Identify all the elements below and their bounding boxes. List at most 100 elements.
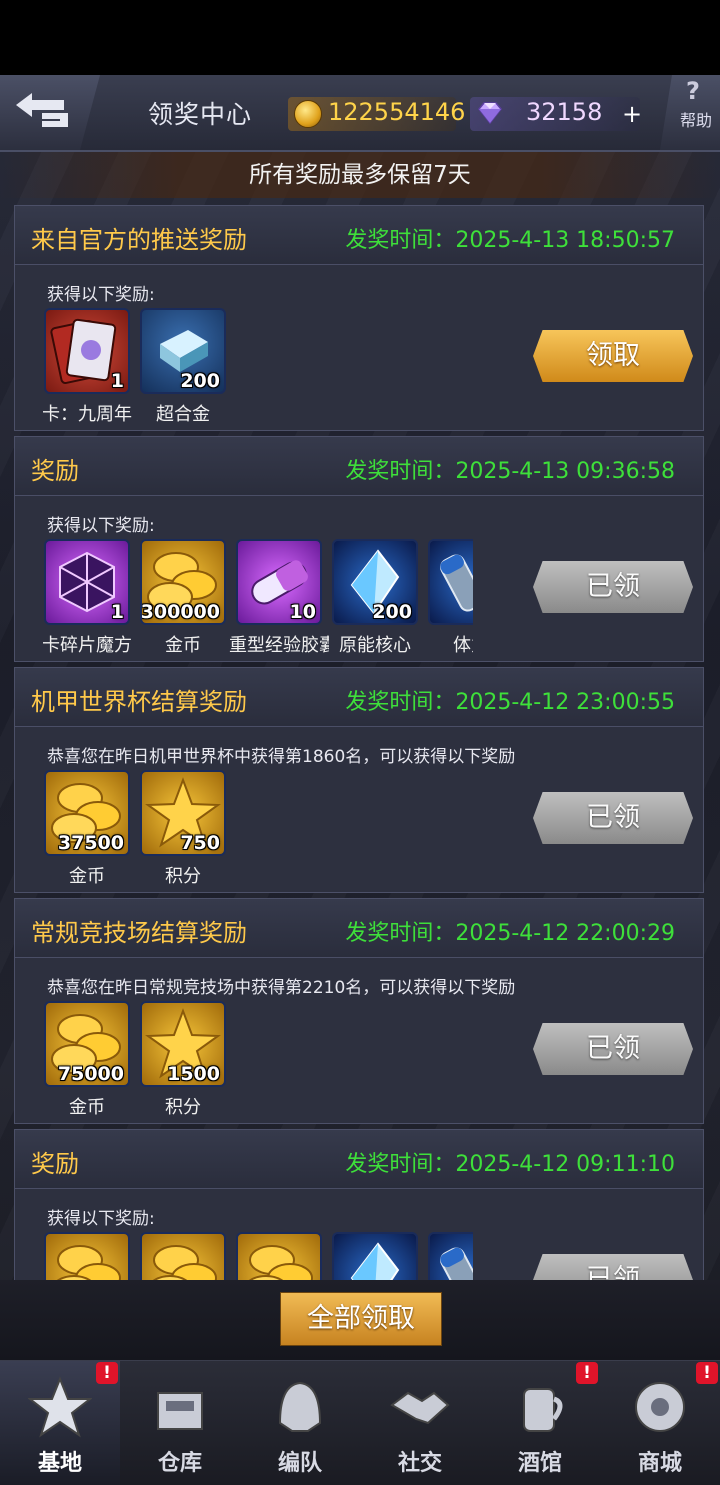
add-gems-button[interactable]: + — [620, 101, 644, 127]
reward-item[interactable] — [235, 1232, 323, 1280]
reward-card-header: 来自官方的推送奖励 发奖时间：2025-4-13 18:50:57 — [15, 206, 703, 265]
energy-core-icon: 200 — [332, 539, 418, 625]
gold-coins-icon: 37500 — [44, 770, 130, 856]
gold-coins-icon: 300000 — [140, 539, 226, 625]
reward-item[interactable]: 1 卡：九周年 — [43, 308, 132, 423]
reward-title: 奖励 — [31, 1150, 79, 1178]
coin-amount: 122554146 — [328, 98, 466, 126]
claimed-button[interactable]: 已领 — [533, 792, 693, 844]
reward-card: 常规竞技场结算奖励 发奖时间：2025-4-12 22:00:29 恭喜您在昨日常规… — [14, 898, 704, 1124]
star-points-icon: 1500 — [140, 1001, 226, 1087]
reward-item[interactable]: 750 积分 — [139, 770, 227, 885]
star-points-icon: 750 — [140, 770, 226, 856]
item-name: 金币 — [165, 635, 201, 654]
reward-item[interactable]: 200 超合金 — [139, 308, 227, 423]
item-name: 金币 — [69, 1097, 105, 1116]
nav-handshake[interactable]: 社交 — [360, 1361, 480, 1485]
item-count: 37500 — [57, 832, 124, 854]
reward-time: 发奖时间：2025-4-12 22:00:29 — [345, 921, 675, 946]
reward-item[interactable] — [43, 1232, 131, 1280]
gold-coins-icon — [44, 1232, 130, 1280]
gem-balance: 32158 + — [470, 97, 642, 131]
top-bar: 领奖中心 122554146 32158 + ? 帮助 — [0, 75, 720, 152]
nav-label: 酒馆 — [517, 1451, 562, 1476]
reward-item[interactable] — [331, 1232, 419, 1280]
reward-item[interactable]: 200 原能核心 — [331, 539, 419, 654]
diamond-icon — [478, 102, 502, 124]
item-name: 原能核心 — [339, 635, 411, 654]
item-count: 10 — [289, 601, 316, 623]
reward-description: 获得以下奖励: — [47, 285, 155, 305]
reward-description: 获得以下奖励: — [47, 516, 155, 536]
reward-item[interactable]: 37500 金币 — [43, 770, 131, 885]
item-count: 1 — [110, 370, 124, 392]
claim-all-bar: 全部领取 — [0, 1280, 720, 1360]
app-root: 领奖中心 122554146 32158 + ? 帮助 所有奖励最多保留7天 来… — [0, 0, 720, 1485]
claimed-button[interactable]: 已领 — [533, 561, 693, 613]
item-name: 卡：九周年 — [43, 404, 132, 423]
nav-shop-robot[interactable]: 商城! — [600, 1361, 720, 1485]
nav-base-star[interactable]: 基地! — [0, 1361, 120, 1485]
item-count: 300000 — [140, 601, 220, 623]
reward-item[interactable] — [139, 1232, 227, 1280]
nav-warehouse[interactable]: 仓库 — [120, 1361, 240, 1485]
reward-card-header: 奖励 发奖时间：2025-4-12 09:11:10 — [15, 1130, 703, 1189]
bottom-nav: 基地! 仓库 编队 社交 酒馆! 商城! — [0, 1360, 720, 1485]
help-label: 帮助 — [680, 111, 713, 130]
nav-label: 编队 — [277, 1451, 322, 1476]
item-name: 重型经验胶囊 — [229, 635, 329, 654]
reward-item[interactable]: 体力 — [427, 539, 473, 654]
reward-description: 恭喜您在昨日常规竞技场中获得第2210名，可以获得以下奖励 — [47, 978, 516, 998]
reward-list[interactable]: 来自官方的推送奖励 发奖时间：2025-4-13 18:50:57 获得以下奖励: 1… — [0, 205, 720, 1280]
reward-item[interactable]: 1 卡碎片魔方 — [43, 539, 132, 654]
claim-button[interactable]: 领取 — [533, 330, 693, 382]
gem-amount: 32158 — [526, 98, 603, 126]
item-name: 金币 — [69, 866, 105, 885]
nav-label: 基地 — [37, 1451, 82, 1476]
nav-label: 社交 — [397, 1451, 442, 1476]
alert-badge: ! — [576, 1362, 598, 1384]
reward-item[interactable]: 75000 金币 — [43, 1001, 131, 1116]
item-count: 200 — [372, 601, 412, 623]
reward-item[interactable]: 1500 积分 — [139, 1001, 227, 1116]
reward-items — [43, 1232, 473, 1280]
alert-badge: ! — [96, 1362, 118, 1384]
warehouse-icon — [157, 1392, 203, 1430]
reward-item[interactable] — [427, 1232, 473, 1280]
reward-title: 奖励 — [31, 457, 79, 485]
reward-card: 奖励 发奖时间：2025-4-13 09:36:58 获得以下奖励: 1 卡碎片魔方 30… — [14, 436, 704, 662]
exp-capsule-icon: 10 — [236, 539, 322, 625]
stamina-icon — [428, 1232, 473, 1280]
reward-card: 机甲世界杯结算奖励 发奖时间：2025-4-12 23:00:55 恭喜您在昨日机甲… — [14, 667, 704, 893]
claimed-button[interactable]: 已领 — [533, 1254, 693, 1280]
nav-tavern[interactable]: 酒馆! — [480, 1361, 600, 1485]
nav-formation-helmet[interactable]: 编队 — [240, 1361, 360, 1485]
reward-card-header: 奖励 发奖时间：2025-4-13 09:36:58 — [15, 437, 703, 496]
reward-time: 发奖时间：2025-4-13 18:50:57 — [345, 228, 675, 253]
claimed-button[interactable]: 已领 — [533, 1023, 693, 1075]
reward-card-header: 常规竞技场结算奖励 发奖时间：2025-4-12 22:00:29 — [15, 899, 703, 958]
back-button[interactable] — [0, 75, 100, 150]
item-name: 卡碎片魔方 — [43, 635, 132, 654]
super-alloy-icon: 200 — [140, 308, 226, 394]
retention-notice: 所有奖励最多保留7天 — [0, 152, 720, 198]
nav-label: 仓库 — [157, 1451, 202, 1476]
reward-title: 来自官方的推送奖励 — [31, 226, 247, 254]
claim-all-button[interactable]: 全部领取 — [280, 1292, 442, 1346]
reward-description: 获得以下奖励: — [47, 1209, 155, 1229]
page-title: 领奖中心 — [148, 100, 253, 129]
item-name: 积分 — [165, 1097, 201, 1116]
reward-title: 常规竞技场结算奖励 — [31, 919, 247, 947]
back-arrow-icon — [16, 93, 68, 127]
reward-item[interactable]: 300000 金币 — [139, 539, 227, 654]
reward-item[interactable]: 10 重型经验胶囊 — [229, 539, 329, 654]
reward-card: 来自官方的推送奖励 发奖时间：2025-4-13 18:50:57 获得以下奖励: 1… — [14, 205, 704, 431]
item-count: 75000 — [57, 1063, 124, 1085]
coin-balance: 122554146 — [288, 97, 465, 131]
shop-robot-icon — [635, 1382, 685, 1432]
help-button[interactable]: ? 帮助 — [660, 75, 720, 150]
reward-items: 1 卡：九周年 200 超合金 — [43, 308, 473, 423]
anniversary-card-icon: 1 — [44, 308, 130, 394]
item-name: 体力 — [453, 635, 473, 654]
base-star-icon — [28, 1376, 92, 1438]
